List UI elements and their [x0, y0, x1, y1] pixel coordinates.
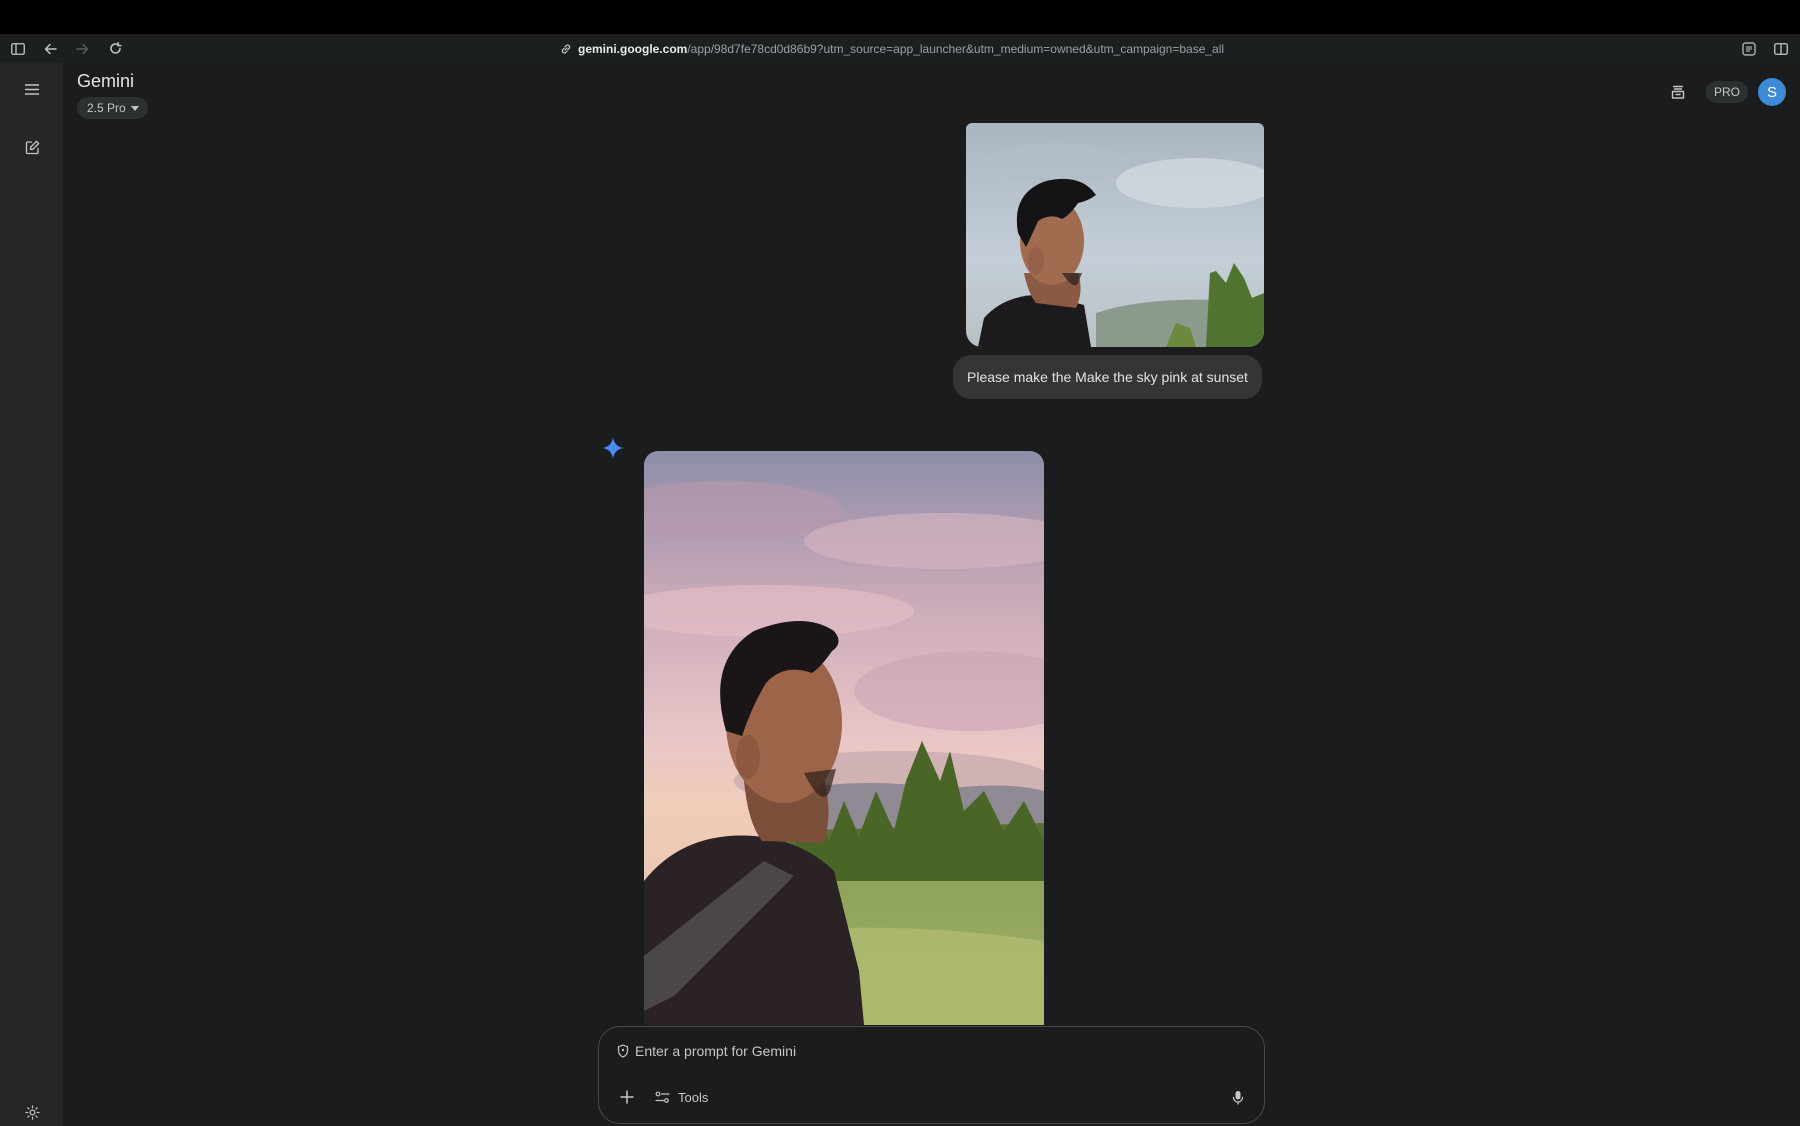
tools-button[interactable]: Tools: [655, 1083, 708, 1111]
prompt-row: [617, 1043, 1195, 1059]
url-host: gemini.google.com: [578, 41, 688, 56]
prompt-composer: Tools: [598, 1026, 1265, 1124]
reload-icon[interactable]: [102, 34, 128, 63]
caret-down-icon: [130, 105, 139, 111]
gemini-spark-icon: [601, 436, 625, 460]
tools-sliders-icon: [655, 1091, 670, 1104]
forward-arrow-icon[interactable]: [69, 34, 95, 63]
back-arrow-icon[interactable]: [37, 34, 63, 63]
tools-label: Tools: [678, 1089, 709, 1105]
user-uploaded-image[interactable]: [966, 123, 1264, 347]
prompt-input[interactable]: [635, 1043, 1195, 1059]
side-rail: [0, 63, 63, 1126]
model-selector[interactable]: 2.5 Pro: [77, 97, 148, 119]
model-name: 2.5 Pro: [87, 101, 126, 115]
address-bar[interactable]: gemini.google.com/app/98d7fe78cd0d86b9?u…: [560, 34, 1224, 63]
generated-image[interactable]: [644, 451, 1044, 1025]
settings-gear-icon[interactable]: [16, 1096, 48, 1126]
user-message-bubble: Please make the Make the sky pink at sun…: [953, 355, 1262, 399]
temporary-chat-icon[interactable]: [1664, 78, 1692, 106]
new-chat-icon[interactable]: [16, 131, 48, 163]
reader-mode-icon[interactable]: [1736, 34, 1762, 63]
browser-toolbar: gemini.google.com/app/98d7fe78cd0d86b9?u…: [0, 34, 1800, 63]
header-actions: PRO S: [1664, 78, 1786, 106]
gemini-app: Gemini 2.5 Pro PRO S Please make the Mak…: [0, 63, 1800, 1126]
link-icon: [560, 43, 572, 55]
os-top-bar: [0, 0, 1800, 34]
url-path: /app/98d7fe78cd0d86b9?utm_source=app_lau…: [687, 41, 1225, 56]
sidebar-toggle-icon[interactable]: [5, 34, 31, 63]
avatar[interactable]: S: [1758, 78, 1786, 106]
add-attachment-plus-icon[interactable]: [613, 1083, 641, 1111]
shield-icon: [617, 1044, 629, 1058]
pro-badge: PRO: [1705, 81, 1748, 103]
menu-icon[interactable]: [16, 73, 48, 105]
app-title: Gemini: [77, 71, 135, 91]
split-view-icon[interactable]: [1768, 34, 1794, 63]
microphone-icon[interactable]: [1224, 1083, 1252, 1111]
